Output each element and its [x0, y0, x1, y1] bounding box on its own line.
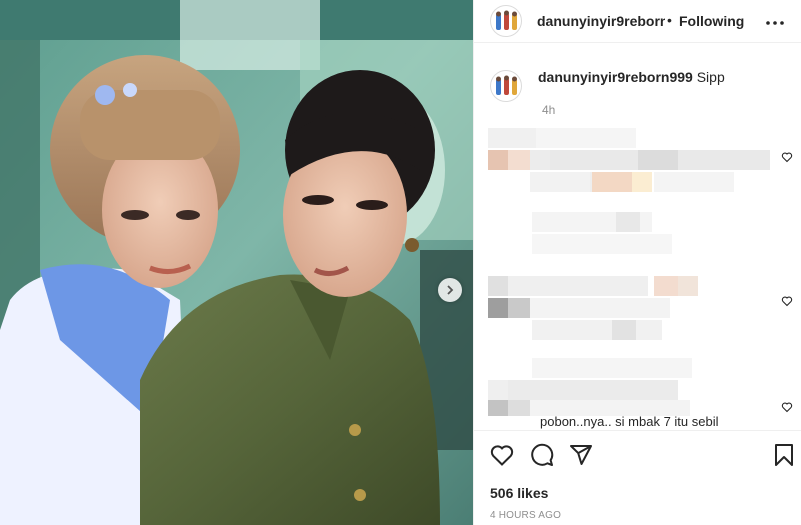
post-actions: [474, 430, 801, 482]
avatar[interactable]: [490, 5, 522, 37]
caption-body: Sipp: [696, 69, 725, 85]
chevron-right-icon: [445, 285, 455, 295]
caption-avatar[interactable]: [490, 70, 522, 102]
post-media[interactable]: [0, 0, 473, 525]
partial-comment-text: pobon..nya.. si mbak 7 itu sebil: [540, 414, 719, 429]
comment-like-button-3[interactable]: [781, 400, 795, 414]
more-horizontal-icon: [765, 13, 785, 31]
paper-plane-icon: [569, 443, 593, 472]
comment-icon: [530, 443, 554, 472]
post-side-panel: danunyinyir9reborn999 • Following danuny…: [473, 0, 801, 525]
caption-text: danunyinyir9reborn999 Sipp: [538, 69, 725, 85]
comment-button[interactable]: [528, 443, 556, 471]
like-button[interactable]: [488, 443, 516, 471]
heart-icon: [490, 444, 514, 471]
comment-like-button-2[interactable]: [781, 294, 795, 308]
post-photo: [0, 0, 473, 525]
carousel-next-button[interactable]: [438, 278, 462, 302]
blurred-comment-2: [488, 212, 778, 342]
caption-time: 4h: [542, 103, 556, 117]
bookmark-icon: [774, 443, 794, 472]
heart-icon: [781, 294, 793, 311]
caption-username[interactable]: danunyinyir9reborn999: [538, 69, 693, 85]
likes-count[interactable]: 506 likes: [490, 485, 548, 501]
separator-dot: •: [667, 12, 672, 28]
post-timestamp: 4 HOURS AGO: [490, 510, 562, 521]
username-link[interactable]: danunyinyir9reborn999: [537, 13, 665, 29]
heart-icon: [781, 400, 793, 417]
following-button[interactable]: Following: [679, 13, 744, 29]
blurred-comment-1: [488, 128, 778, 196]
share-button[interactable]: [567, 443, 595, 471]
heart-icon: [781, 150, 793, 167]
comment-like-button-1[interactable]: [781, 150, 795, 164]
save-button[interactable]: [770, 443, 798, 471]
more-options-button[interactable]: [763, 10, 787, 34]
post-header: danunyinyir9reborn999 • Following: [474, 0, 801, 43]
blurred-comment-3: [488, 358, 778, 416]
